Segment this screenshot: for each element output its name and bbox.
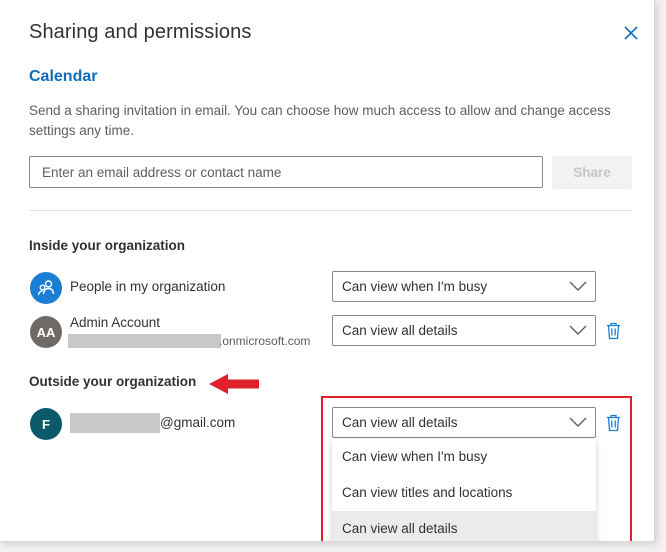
redacted-email bbox=[70, 413, 160, 433]
person-email-suffix: .onmicrosoft.com bbox=[219, 334, 311, 348]
permission-select[interactable]: Can view all details bbox=[332, 315, 596, 346]
divider bbox=[29, 210, 632, 211]
permission-value: Can view when I'm busy bbox=[342, 279, 488, 294]
trash-icon[interactable] bbox=[606, 322, 621, 340]
close-icon[interactable] bbox=[622, 24, 640, 42]
chevron-down-icon bbox=[569, 281, 587, 291]
avatar: AA bbox=[30, 316, 62, 348]
chevron-down-icon bbox=[569, 325, 587, 335]
redacted-email bbox=[68, 334, 221, 348]
org-avatar bbox=[30, 272, 62, 304]
email-input[interactable] bbox=[29, 156, 543, 188]
sharing-dialog: Sharing and permissions Calendar Send a … bbox=[0, 0, 655, 542]
avatar: F bbox=[30, 408, 62, 440]
share-button[interactable]: Share bbox=[552, 156, 632, 189]
dialog-title: Sharing and permissions bbox=[29, 21, 252, 43]
people-icon bbox=[37, 280, 55, 296]
permission-select[interactable]: Can view when I'm busy bbox=[332, 271, 596, 302]
person-name: Admin Account bbox=[70, 315, 161, 330]
sharing-description: Send a sharing invitation in email. You … bbox=[29, 103, 611, 138]
permission-value: Can view all details bbox=[342, 323, 458, 338]
inside-org-heading: Inside your organization bbox=[29, 238, 186, 253]
arrow-left-icon bbox=[209, 374, 259, 394]
calendar-name: Calendar bbox=[29, 68, 98, 85]
outside-org-heading: Outside your organization bbox=[29, 374, 197, 389]
person-name: People in my organization bbox=[70, 279, 226, 294]
person-email-suffix: @gmail.com bbox=[160, 415, 236, 430]
annotation-highlight-box bbox=[321, 396, 632, 541]
